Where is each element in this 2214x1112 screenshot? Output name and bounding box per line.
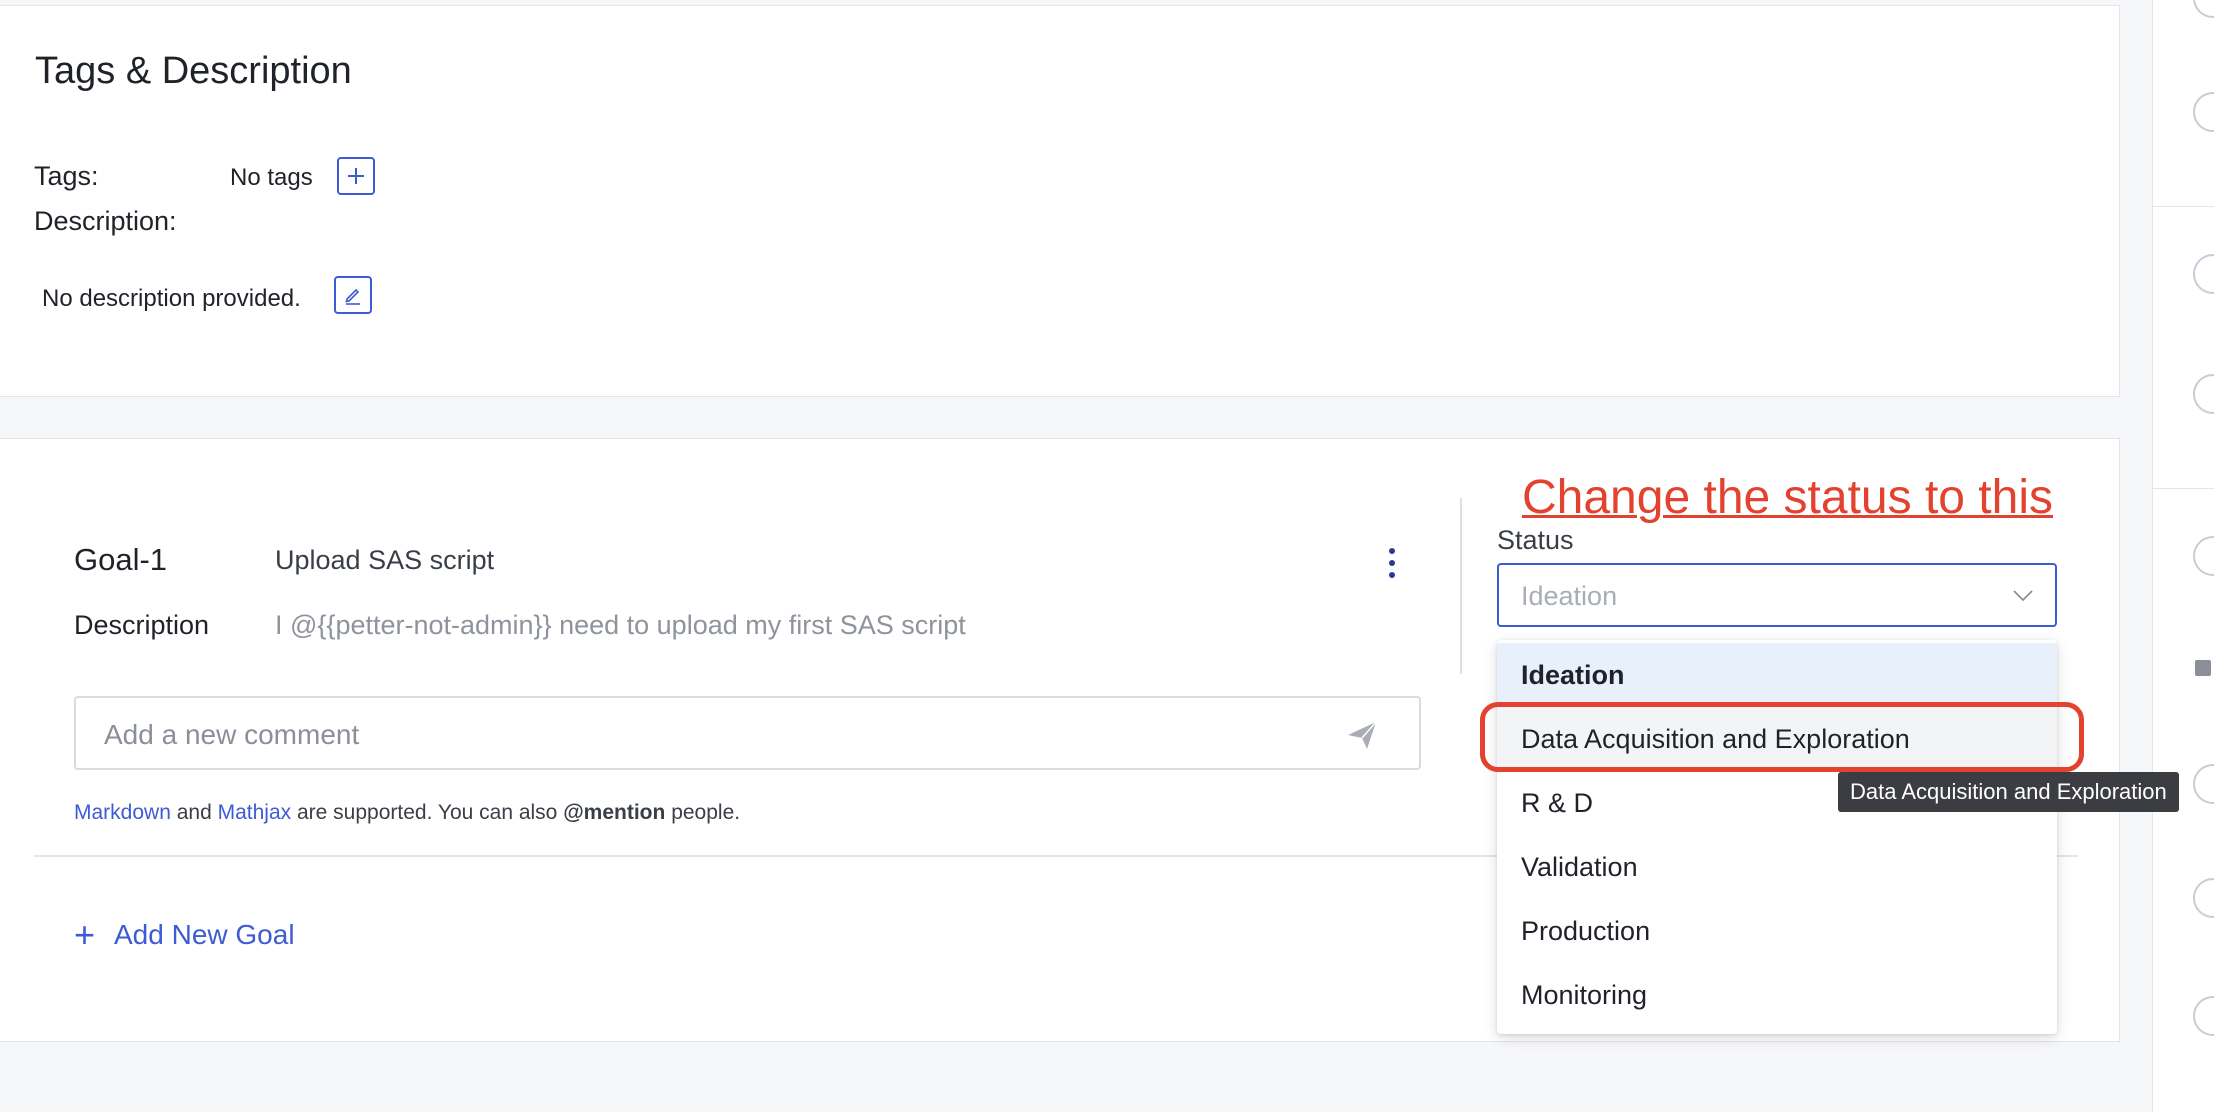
more-options-icon[interactable] [1385, 548, 1399, 586]
rail-divider [2153, 488, 2214, 489]
description-label: Description: [34, 206, 177, 236]
comment-placeholder: Add a new comment [104, 719, 360, 750]
tags-value: No tags [230, 164, 313, 191]
status-option-production[interactable]: Production [1497, 899, 2057, 963]
rail-icon-share[interactable] [2193, 764, 2214, 804]
rail-icon-box[interactable] [2193, 374, 2214, 414]
goal-id: Goal-1 [74, 542, 168, 577]
status-option-validation[interactable]: Validation [1497, 835, 2057, 899]
page: Tags & Description Tags: No tags Descrip… [0, 0, 2214, 1112]
markdown-link[interactable]: Markdown [74, 801, 171, 824]
rail-icon-circle[interactable] [2193, 92, 2214, 132]
status-select[interactable]: Ideation [1497, 563, 2057, 627]
help-and: and [176, 801, 212, 824]
status-option-monitoring[interactable]: Monitoring [1497, 963, 2057, 1027]
rail-icon-person[interactable] [2193, 536, 2214, 576]
help-middle: are supported. You can also [296, 801, 558, 824]
pencil-icon [345, 288, 360, 305]
status-label: Status [1497, 525, 1574, 555]
rail-grid-icon[interactable] [2195, 660, 2211, 676]
help-text: Markdown and Mathjax are supported. You … [74, 801, 740, 825]
section-title: Tags & Description [35, 50, 352, 92]
rail-icon-file[interactable] [2193, 996, 2214, 1036]
chevron-down-icon [2013, 590, 2033, 602]
comment-input[interactable]: Add a new comment [74, 696, 1421, 770]
tags-label: Tags: [34, 161, 99, 191]
goal-title[interactable]: Upload SAS script [275, 545, 494, 576]
description-value: No description provided. [42, 285, 301, 312]
rail-icon-edit[interactable] [2193, 254, 2214, 294]
help-end: people. [671, 801, 741, 824]
add-tag-button[interactable] [337, 157, 375, 195]
rail-icon-doc[interactable] [2193, 878, 2214, 918]
vertical-divider [1460, 498, 1462, 674]
plus-icon [348, 168, 364, 184]
goal-description-label: Description [74, 610, 210, 640]
tooltip: Data Acquisition and Exploration [1838, 772, 2179, 812]
right-rail [2152, 0, 2214, 1112]
help-mention: @mention [563, 801, 666, 824]
mathjax-link[interactable]: Mathjax [218, 801, 292, 824]
goal-description[interactable]: I @{{petter-not-admin}} need to upload m… [275, 610, 966, 641]
annotation-text: Change the status to this [1522, 471, 2053, 524]
rail-icon-top[interactable] [2193, 0, 2214, 18]
send-icon[interactable] [1345, 718, 1379, 752]
add-new-goal-button[interactable]: + Add New Goal [74, 914, 295, 955]
status-option-data-acquisition[interactable]: Data Acquisition and Exploration [1497, 707, 2057, 771]
plus-icon: + [74, 914, 96, 955]
status-option-ideation[interactable]: Ideation [1497, 643, 2057, 707]
add-goal-label: Add New Goal [114, 919, 295, 950]
status-dropdown: Ideation Data Acquisition and Exploratio… [1497, 640, 2057, 1034]
rail-divider [2153, 206, 2214, 207]
edit-description-button[interactable] [334, 276, 372, 314]
status-select-value: Ideation [1521, 581, 1618, 611]
